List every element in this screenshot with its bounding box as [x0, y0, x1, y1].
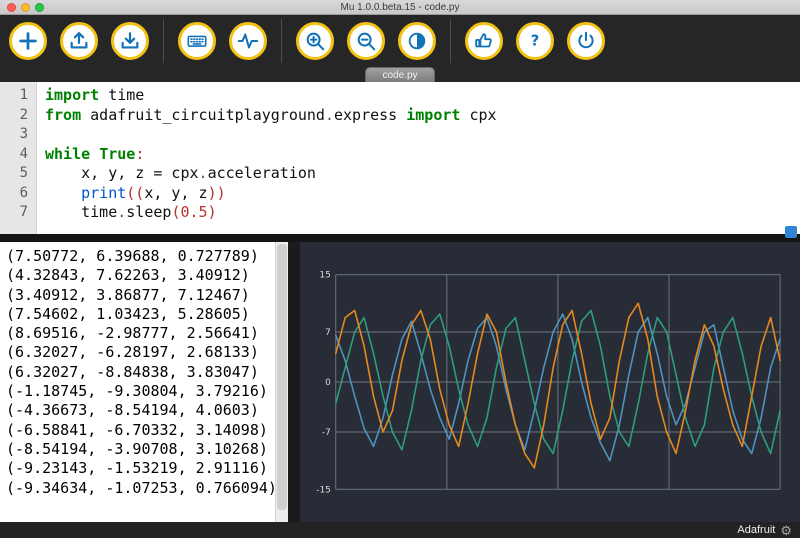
- line-number: 2: [19, 106, 28, 123]
- code-lines: 1 import time 2 from adafruit_circuitplaygr…: [0, 86, 800, 223]
- traffic-lights: [7, 3, 44, 12]
- toolbar: ?: [0, 15, 800, 67]
- line-number: 7: [19, 204, 28, 220]
- close-window-button[interactable]: [7, 3, 16, 12]
- code-line: 3: [0, 125, 800, 145]
- repl-output-line: (6.32027, -8.84838, 3.83047): [6, 362, 259, 381]
- tab-label: code.py: [382, 70, 418, 81]
- theme-button[interactable]: [398, 22, 436, 60]
- code-line: 2 from adafruit_circuitplayground.express…: [0, 106, 800, 126]
- zoom-out-button[interactable]: [347, 22, 385, 60]
- plus-icon: [19, 32, 37, 50]
- keyboard-icon: [187, 35, 207, 47]
- magnifier-plus-icon: [306, 32, 325, 51]
- mu-window: Mu 1.0.0.beta.15 - code.py ? code.py 1 i…: [0, 0, 800, 538]
- code-line: 5 x, y, z = cpx.acceleration: [0, 164, 800, 184]
- svg-text:15: 15: [319, 271, 330, 281]
- status-bar: Adafruit ⚙: [0, 522, 800, 538]
- arrow-up-tray-icon: [70, 32, 88, 49]
- repl-output-line: (4.32843, 7.62263, 3.40912): [6, 266, 250, 285]
- panel-divider: [288, 242, 300, 522]
- toolbar-separator: [450, 19, 451, 63]
- bottom-panels: (7.50772, 6.39688, 0.727789) (4.32843, 7.…: [0, 242, 800, 522]
- footer-brand: Adafruit: [737, 524, 776, 536]
- window-title: Mu 1.0.0.beta.15 - code.py: [340, 2, 460, 13]
- thumbs-up-icon: [475, 33, 492, 48]
- repl-output-line: (-9.34634, -1.07253, 0.766094): [6, 478, 277, 497]
- quit-button[interactable]: [567, 22, 605, 60]
- line-number: 4: [19, 145, 28, 162]
- zoom-in-button[interactable]: [296, 22, 334, 60]
- repl-output-line: (-9.23143, -1.53219, 2.91116): [6, 459, 268, 478]
- toolbar-separator: [163, 19, 164, 63]
- svg-text:?: ?: [531, 33, 540, 50]
- load-button[interactable]: [60, 22, 98, 60]
- minimize-window-button[interactable]: [21, 3, 30, 12]
- svg-text:-7: -7: [322, 428, 331, 438]
- titlebar: Mu 1.0.0.beta.15 - code.py: [0, 0, 800, 15]
- serial-repl-panel[interactable]: (7.50772, 6.39688, 0.727789) (4.32843, 7.…: [0, 242, 288, 522]
- gear-icon[interactable]: ⚙: [780, 524, 792, 537]
- horizontal-splitter[interactable]: [0, 226, 800, 242]
- magnifier-minus-icon: [357, 32, 376, 51]
- repl-scrollbar[interactable]: [275, 242, 288, 522]
- contrast-circle-icon: [408, 32, 426, 50]
- toolbar-separator: [281, 19, 282, 63]
- plotter-button[interactable]: [229, 22, 267, 60]
- line-number: 5: [19, 165, 28, 181]
- code-line: 6 print((x, y, z)): [0, 184, 800, 204]
- power-icon: [578, 31, 594, 49]
- plotter-panel: 15 7 0 -7 -15: [300, 242, 800, 522]
- help-button[interactable]: ?: [516, 22, 554, 60]
- serial-button[interactable]: [178, 22, 216, 60]
- line-number: 1: [19, 87, 28, 103]
- repl-output-line: (8.69516, -2.98777, 2.56641): [6, 324, 259, 343]
- new-button[interactable]: [9, 22, 47, 60]
- plotter-chart: 15 7 0 -7 -15: [316, 271, 781, 495]
- tab-bar: code.py: [0, 67, 800, 82]
- check-button[interactable]: [465, 22, 503, 60]
- repl-scrollbar-thumb[interactable]: [277, 244, 287, 510]
- question-mark-icon: ?: [531, 33, 540, 50]
- code-line: 7 time.sleep(0.5): [0, 203, 800, 223]
- repl-output-line: (6.32027, -6.28197, 2.68133): [6, 343, 259, 362]
- repl-output-line: (-4.36673, -8.54194, 4.0603): [6, 401, 259, 420]
- repl-output-line: (-1.18745, -9.30804, 3.79216): [6, 382, 268, 401]
- code-line: 4 while True:: [0, 145, 800, 165]
- zoom-window-button[interactable]: [35, 3, 44, 12]
- line-number: 6: [19, 184, 28, 201]
- svg-text:0: 0: [325, 378, 331, 388]
- tab-code-py[interactable]: code.py: [365, 67, 435, 82]
- waveform-icon: [237, 33, 259, 49]
- repl-output-line: (-8.54194, -3.90708, 3.10268): [6, 439, 268, 458]
- line-number: 3: [19, 126, 28, 142]
- save-button[interactable]: [111, 22, 149, 60]
- repl-output-line: (-6.58841, -6.70332, 3.14098): [6, 420, 268, 439]
- svg-text:7: 7: [325, 328, 331, 338]
- arrow-down-tray-icon: [121, 32, 139, 49]
- code-line: 1 import time: [0, 86, 800, 106]
- editor-scroll-indicator[interactable]: [785, 226, 797, 238]
- repl-output: (7.50772, 6.39688, 0.727789) (4.32843, 7.…: [6, 247, 277, 498]
- svg-text:-15: -15: [316, 485, 331, 495]
- repl-output-line: (7.50772, 6.39688, 0.727789): [6, 247, 259, 265]
- code-editor[interactable]: 1 import time 2 from adafruit_circuitplaygr…: [0, 82, 800, 234]
- repl-output-line: (7.54602, 1.03423, 5.28605): [6, 304, 250, 323]
- repl-output-line: (3.40912, 3.86877, 7.12467): [6, 285, 250, 304]
